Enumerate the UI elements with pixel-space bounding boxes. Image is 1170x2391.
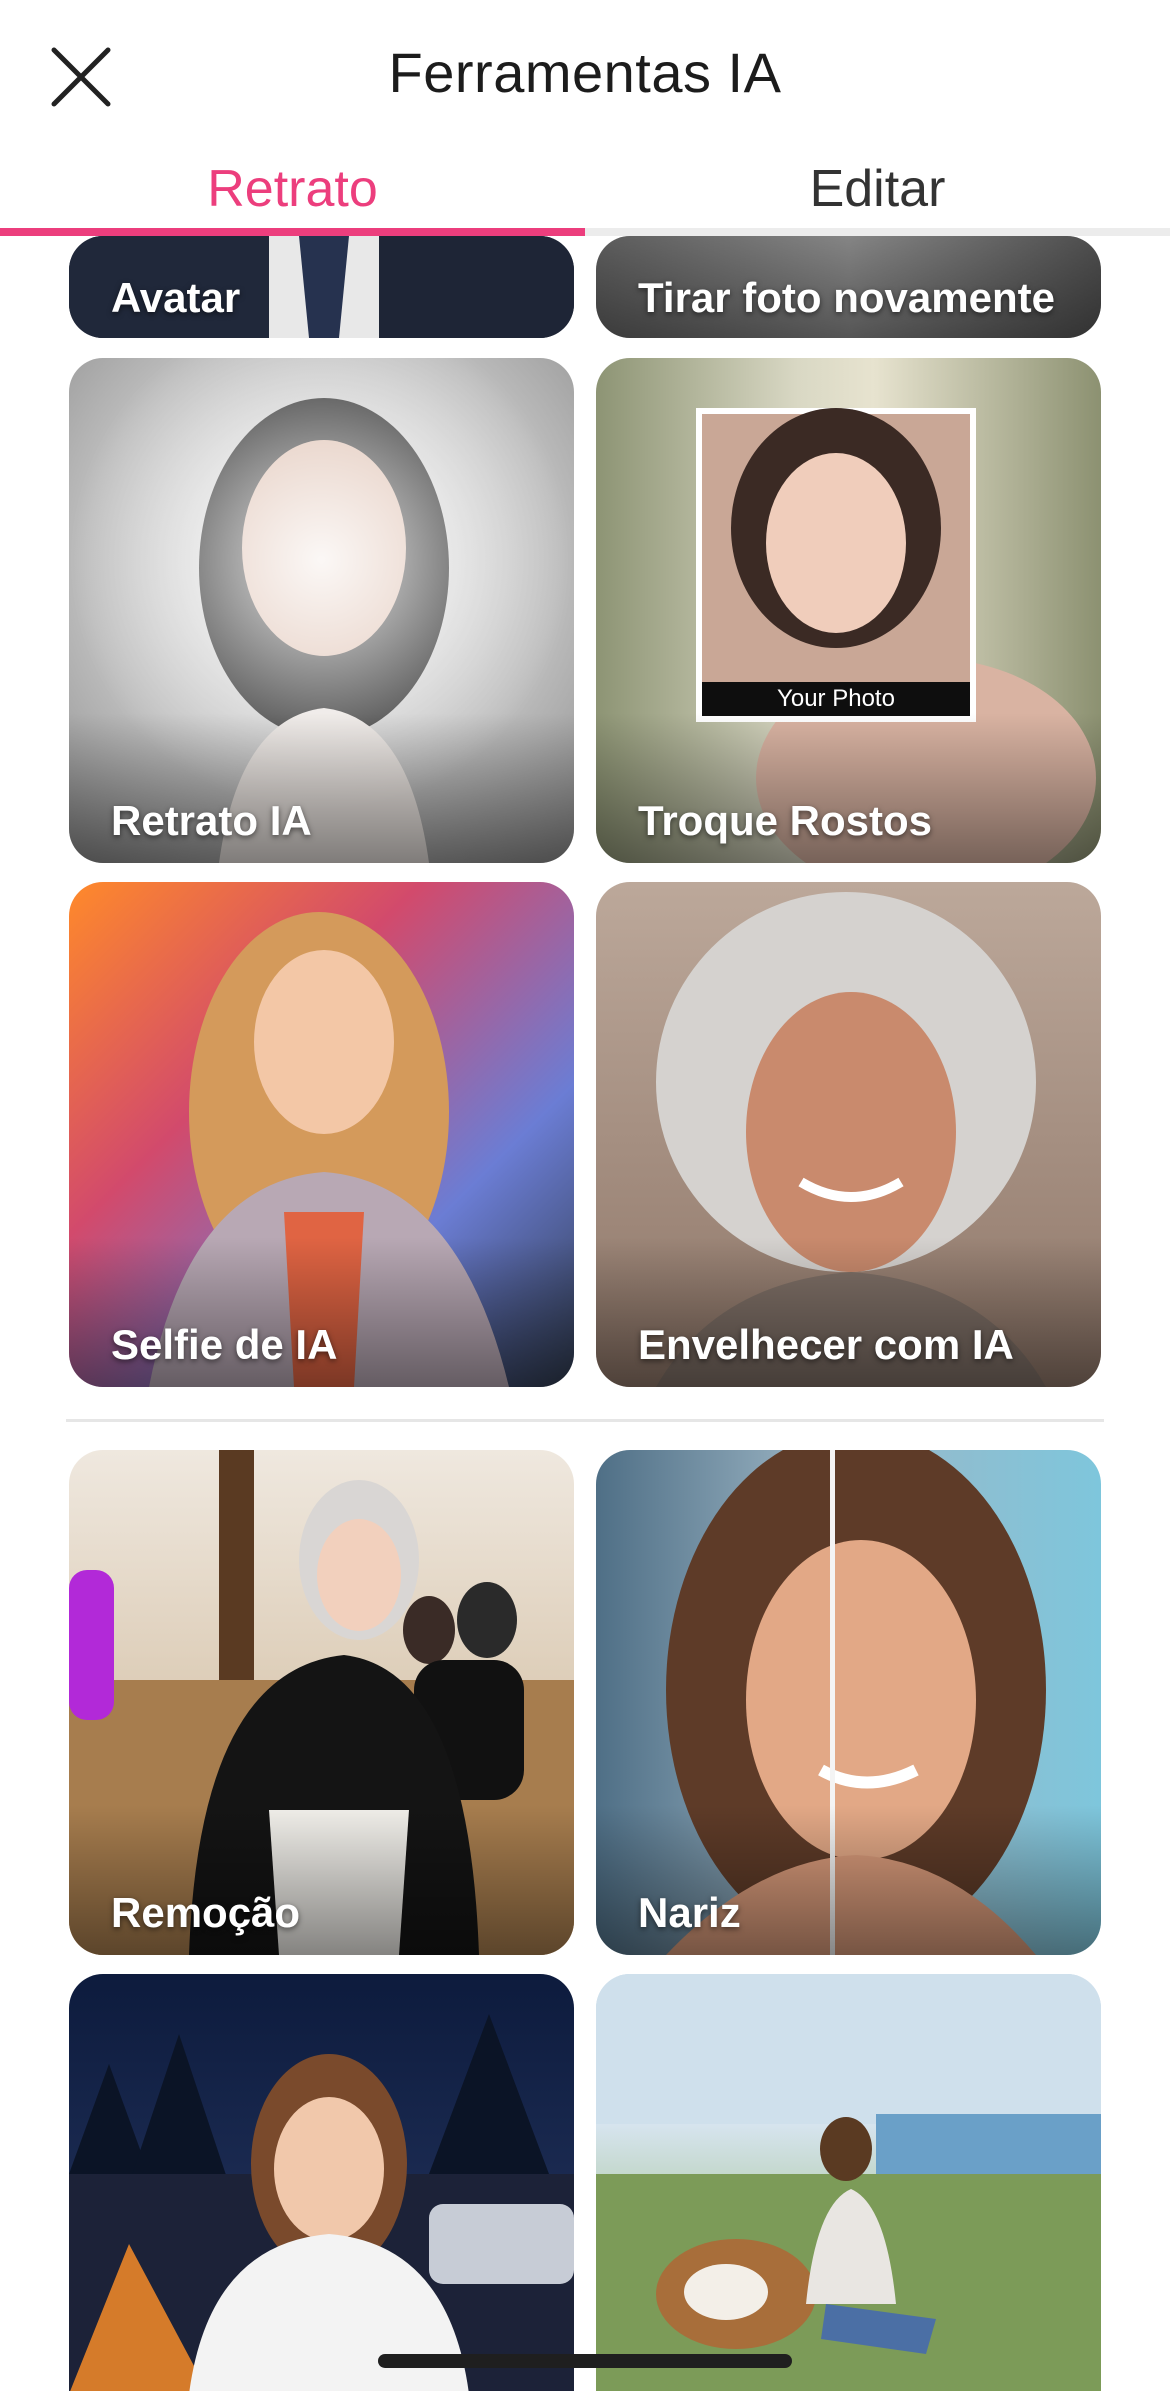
- tool-card-avatar[interactable]: Avatar: [69, 236, 574, 338]
- tool-card-troque-rostos[interactable]: Your Photo Troque Rostos: [596, 358, 1101, 863]
- tool-card-label: Envelhecer com IA: [638, 1321, 1014, 1368]
- tool-card-tirar-foto[interactable]: Tirar foto novamente: [596, 236, 1101, 338]
- tool-card-label: Retrato IA: [111, 797, 312, 844]
- tool-card-envelhecer-ia[interactable]: Envelhecer com IA: [596, 882, 1101, 1387]
- tab-bar: Retrato Editar: [0, 150, 1170, 236]
- tools-scroll-area[interactable]: Avatar Tirar foto novamente Retrato IA Y…: [0, 236, 1170, 2391]
- tool-card-nariz[interactable]: Nariz: [596, 1450, 1101, 1955]
- tool-card-label: Troque Rostos: [638, 797, 933, 844]
- tool-card-retrato-ia[interactable]: Retrato IA: [69, 358, 574, 863]
- tool-card-label: Tirar foto novamente: [638, 274, 1055, 321]
- tab-retrato[interactable]: Retrato: [0, 150, 585, 228]
- tool-card-label: Selfie de IA: [111, 1321, 338, 1368]
- tool-card-label: Nariz: [638, 1889, 741, 1936]
- ai-tools-sheet: Ferramentas IA Retrato Editar Avatar Tir…: [0, 0, 1170, 2391]
- coast-thumbnail: [596, 1974, 1101, 2391]
- tool-card-selfie-ia[interactable]: Selfie de IA: [69, 882, 574, 1387]
- page-title: Ferramentas IA: [388, 41, 782, 104]
- tab-editar[interactable]: Editar: [585, 150, 1170, 228]
- tool-card-remocao[interactable]: Remoção: [69, 1450, 574, 1955]
- section-divider: [66, 1419, 1104, 1422]
- home-indicator[interactable]: [378, 2354, 792, 2368]
- your-photo-caption: Your Photo: [777, 685, 895, 712]
- tool-card-camping-portrait[interactable]: [69, 1974, 574, 2391]
- active-tab-indicator: [0, 228, 585, 236]
- tool-card-label: Avatar: [111, 274, 241, 321]
- tool-card-coast-portrait[interactable]: [596, 1974, 1101, 2391]
- sheet-header: Ferramentas IA: [0, 0, 1170, 150]
- tool-card-label: Remoção: [111, 1889, 301, 1936]
- camping-thumbnail: [69, 2014, 574, 2391]
